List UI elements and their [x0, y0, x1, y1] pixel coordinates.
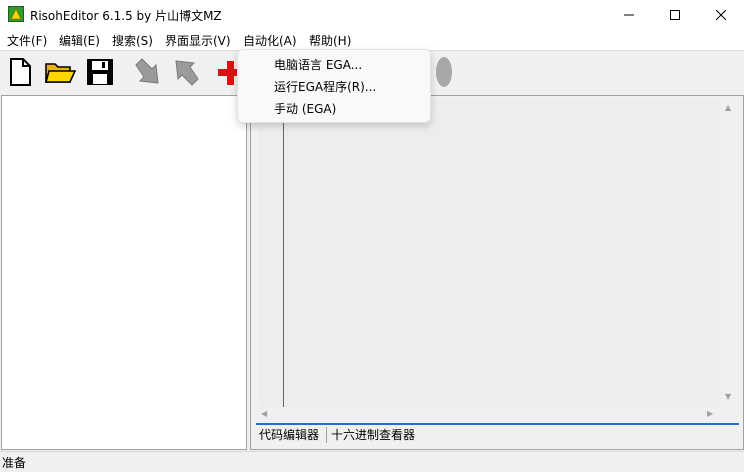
maximize-icon: [670, 10, 680, 20]
close-button[interactable]: [698, 0, 744, 30]
export-icon: [175, 60, 199, 86]
window-title: RisohEditor 6.1.5 by 片山博文MZ: [30, 9, 222, 23]
save-button[interactable]: [84, 56, 116, 88]
scroll-right-icon[interactable]: ▶: [707, 409, 713, 418]
toolbar-button-obscured[interactable]: [428, 56, 460, 88]
menu-item-run-ega[interactable]: 运行EGA程序(R)...: [274, 78, 376, 95]
close-icon: [716, 10, 726, 20]
new-file-icon: [10, 58, 31, 86]
status-text: 准备: [2, 456, 27, 470]
automation-menu: 电脑语言 EGA... 运行EGA程序(R)... 手动 (EGA): [237, 49, 431, 123]
export-button[interactable]: [171, 56, 203, 88]
tab-divider: [326, 427, 327, 443]
menu-view[interactable]: 界面显示(V): [163, 32, 233, 49]
menu-item-ega-manual[interactable]: 手动 (EGA): [274, 100, 336, 117]
title-bar: RisohEditor 6.1.5 by 片山博文MZ: [0, 0, 744, 30]
menu-file[interactable]: 文件(F): [5, 32, 49, 49]
menu-bar: 文件(F) 编辑(E) 搜索(S) 界面显示(V) 自动化(A) 帮助(H): [0, 30, 744, 50]
horizontal-scrollbar[interactable]: ◀ ▶: [258, 407, 720, 422]
code-editor[interactable]: [258, 100, 719, 407]
status-bar: 准备: [0, 451, 744, 472]
import-icon: [135, 58, 159, 84]
tab-code-editor[interactable]: 代码编辑器: [259, 426, 319, 443]
scroll-up-icon[interactable]: ▲: [725, 103, 731, 112]
scroll-down-icon[interactable]: ▼: [725, 392, 731, 401]
maximize-button[interactable]: [652, 0, 698, 30]
scroll-left-icon[interactable]: ◀: [261, 409, 267, 418]
editor-gutter-line: [283, 120, 284, 407]
gray-oval-icon: [436, 57, 452, 87]
open-folder-icon: [44, 63, 76, 83]
minimize-button[interactable]: [606, 0, 652, 30]
save-icon: [87, 59, 113, 85]
menu-edit[interactable]: 编辑(E): [57, 32, 102, 49]
menu-item-ega-language[interactable]: 电脑语言 EGA...: [274, 56, 362, 73]
menu-automation[interactable]: 自动化(A): [241, 32, 299, 49]
app-icon: [8, 6, 24, 22]
tab-strip-accent: [256, 423, 739, 425]
menu-search[interactable]: 搜索(S): [110, 32, 155, 49]
tab-hex-viewer[interactable]: 十六进制查看器: [331, 426, 415, 443]
vertical-scrollbar[interactable]: ▲ ▼: [720, 100, 737, 407]
new-file-button[interactable]: [4, 56, 36, 88]
resource-tree-pane[interactable]: [1, 95, 247, 450]
minimize-icon: [624, 14, 634, 16]
menu-help[interactable]: 帮助(H): [307, 32, 353, 49]
open-button[interactable]: [44, 56, 76, 88]
import-button[interactable]: [131, 56, 163, 88]
